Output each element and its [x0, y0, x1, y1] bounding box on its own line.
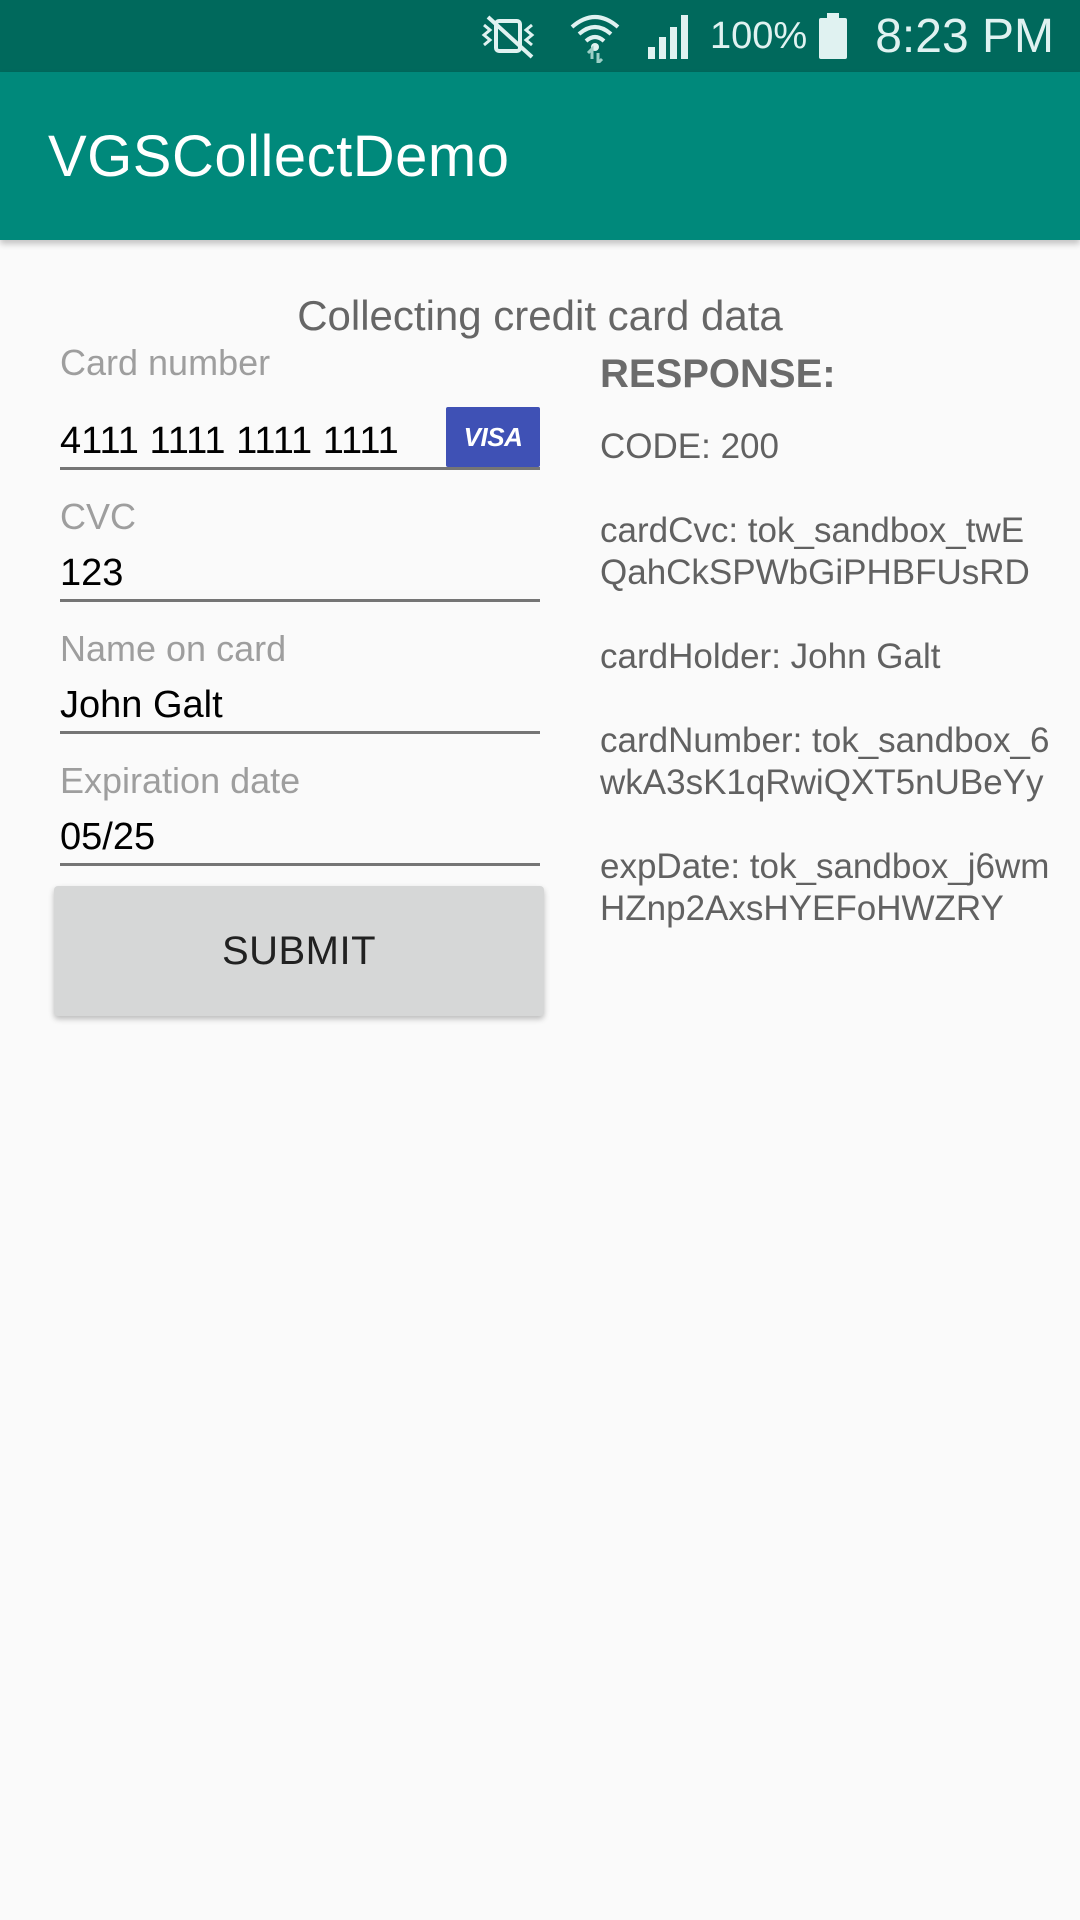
cvc-field[interactable]: 123 [60, 540, 540, 602]
card-number-input[interactable]: 4111 1111 1111 1111 [60, 420, 440, 463]
page-subtitle: Collecting credit card data [297, 292, 783, 339]
name-field[interactable]: John Galt [60, 672, 540, 734]
response-card-holder: cardHolder: John Galt [600, 637, 941, 676]
name-label: Name on card [60, 628, 287, 669]
response-panel: RESPONSE: CODE: 200 cardCvc: tok_sandbox… [600, 348, 1050, 972]
cvc-label: CVC [60, 496, 137, 537]
expiration-field[interactable]: 05/25 [60, 804, 540, 866]
submit-button[interactable]: SUBMIT [54, 886, 544, 1016]
app-title: VGSCollectDemo [48, 123, 510, 189]
battery-icon [817, 11, 849, 61]
app-bar: VGSCollectDemo [0, 72, 1080, 240]
visa-card-icon: VISA [446, 407, 540, 467]
response-code: CODE: 200 [600, 427, 779, 466]
battery-percent: 100% [710, 14, 808, 57]
cvc-input[interactable]: 123 [60, 552, 540, 595]
vibrate-mute-icon [474, 11, 546, 61]
signal-icon [644, 11, 696, 61]
expiration-input[interactable]: 05/25 [60, 816, 540, 859]
response-card-number: cardNumber: tok_sandbox_6wkA3sK1qRwiQXT5… [600, 721, 1050, 802]
clock: 8:23 PM [875, 9, 1054, 63]
response-heading: RESPONSE: [600, 352, 836, 396]
wifi-icon [568, 9, 622, 63]
status-bar: 100% 8:23 PM [0, 0, 1080, 72]
card-form: Card number 4111 1111 1111 1111 VISA CVC… [60, 340, 540, 866]
name-input[interactable]: John Galt [60, 684, 540, 727]
card-number-label: Card number [60, 342, 271, 383]
response-exp-date: expDate: tok_sandbox_j6wmHZnp2AxsHYEFoHW… [600, 847, 1050, 928]
response-card-cvc: cardCvc: tok_sandbox_twEQahCkSPWbGiPHBFU… [600, 511, 1030, 592]
expiration-label: Expiration date [60, 760, 301, 801]
card-number-field[interactable]: 4111 1111 1111 1111 VISA [60, 407, 540, 470]
